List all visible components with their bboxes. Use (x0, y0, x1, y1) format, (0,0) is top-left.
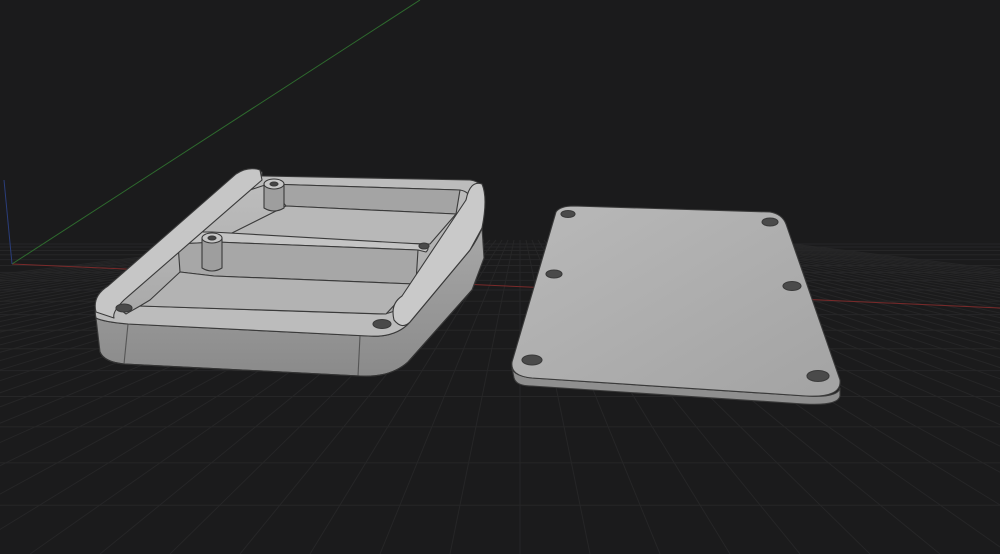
enclosure-base[interactable] (94, 168, 486, 377)
base-hole-front-right (372, 318, 392, 330)
base-hole-front-left (115, 303, 133, 313)
z-axis-line (3, 179, 13, 265)
viewport-canvas[interactable] (0, 0, 1000, 554)
standoff-front (201, 232, 223, 272)
lid-hole-3 (545, 269, 563, 279)
3d-viewport[interactable] (0, 0, 1000, 554)
standoff-back (263, 178, 285, 212)
lid-hole-6 (806, 369, 830, 383)
lid-hole-2 (761, 217, 779, 227)
lid-hole-5 (521, 354, 543, 366)
lid-top (511, 205, 841, 397)
enclosure-lid[interactable] (511, 205, 841, 405)
lid-hole-1 (560, 209, 576, 219)
base-hole-back-right (418, 242, 430, 250)
lid-hole-4 (782, 280, 802, 292)
